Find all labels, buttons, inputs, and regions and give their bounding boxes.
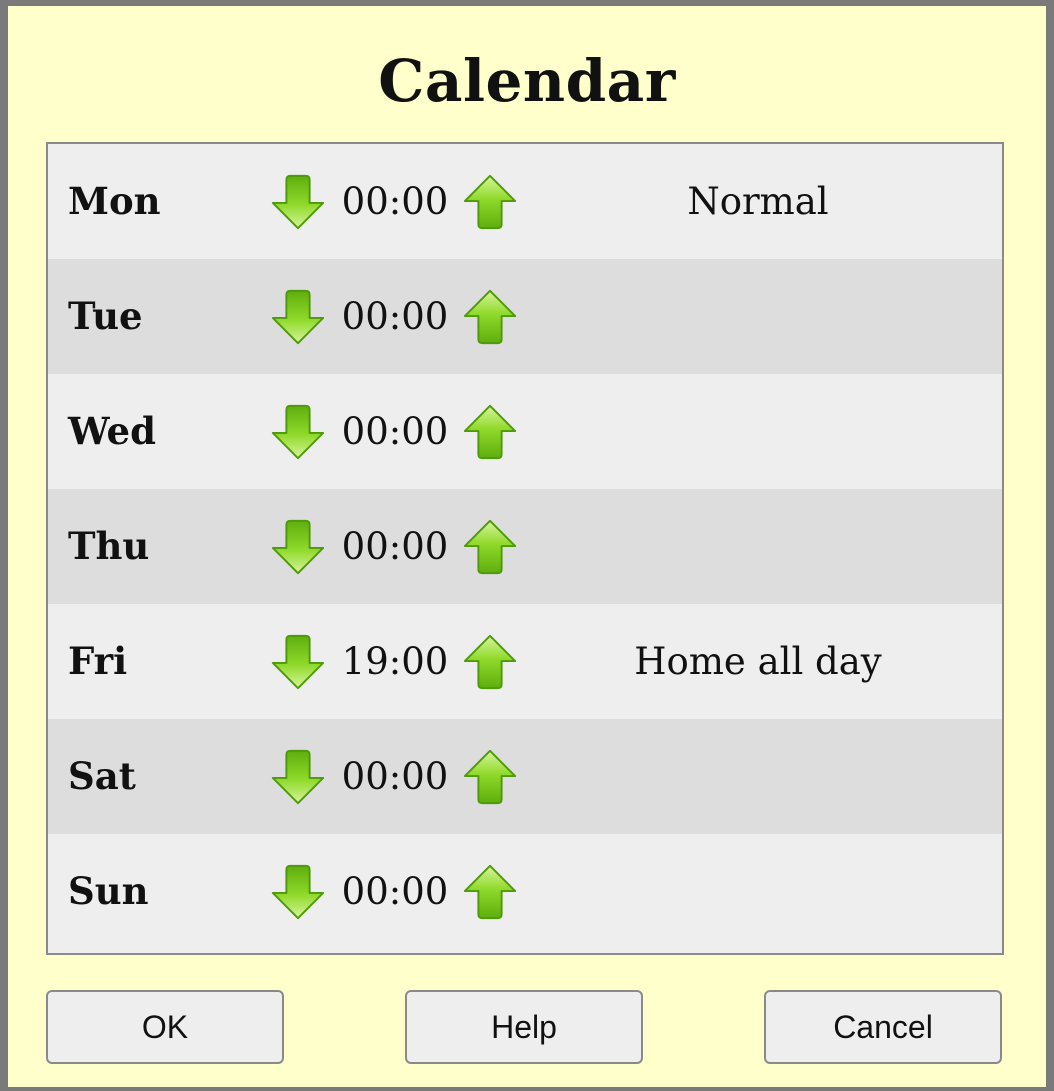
day-label: Fri: [68, 639, 128, 683]
schedule-row-sat: Sat 00:00: [48, 719, 1002, 834]
mode-value[interactable]: Home all day: [548, 604, 968, 719]
schedule-row-mon: Mon 00:00 Normal: [48, 144, 1002, 259]
arrow-up-icon[interactable]: [460, 632, 520, 692]
time-value: 00:00: [341, 410, 449, 453]
dialog-title: Calendar: [378, 47, 676, 115]
arrow-down-icon[interactable]: [268, 632, 328, 692]
arrow-up-icon[interactable]: [460, 517, 520, 577]
calendar-dialog: Calendar Mon 00:00 Normal Tue 00:00 Wed …: [0, 0, 1054, 1091]
schedule-row-thu: Thu 00:00: [48, 489, 1002, 604]
arrow-up-icon[interactable]: [460, 287, 520, 347]
arrow-down-icon[interactable]: [268, 517, 328, 577]
arrow-up-icon[interactable]: [460, 172, 520, 232]
arrow-down-icon[interactable]: [268, 172, 328, 232]
mode-value[interactable]: Normal: [548, 144, 968, 259]
mode-value[interactable]: [548, 259, 968, 374]
arrow-up-icon[interactable]: [460, 747, 520, 807]
mode-value[interactable]: [548, 719, 968, 834]
schedule-table: Mon 00:00 Normal Tue 00:00 Wed 00:00 Thu…: [46, 142, 1004, 955]
day-label: Thu: [68, 524, 150, 568]
time-value: 00:00: [341, 180, 449, 223]
help-button[interactable]: Help: [405, 990, 643, 1064]
arrow-down-icon[interactable]: [268, 862, 328, 922]
ok-button[interactable]: OK: [46, 990, 284, 1064]
arrow-down-icon[interactable]: [268, 747, 328, 807]
schedule-row-tue: Tue 00:00: [48, 259, 1002, 374]
day-label: Wed: [68, 409, 156, 453]
arrow-up-icon[interactable]: [460, 402, 520, 462]
time-value: 00:00: [341, 525, 449, 568]
day-label: Sun: [68, 869, 149, 913]
mode-value[interactable]: [548, 489, 968, 604]
cancel-button[interactable]: Cancel: [764, 990, 1002, 1064]
mode-value[interactable]: [548, 374, 968, 489]
mode-value[interactable]: [548, 834, 968, 949]
time-value: 19:00: [341, 640, 449, 683]
day-label: Sat: [68, 754, 136, 798]
time-value: 00:00: [341, 870, 449, 913]
schedule-row-wed: Wed 00:00: [48, 374, 1002, 489]
schedule-row-sun: Sun 00:00: [48, 834, 1002, 949]
arrow-down-icon[interactable]: [268, 287, 328, 347]
arrow-down-icon[interactable]: [268, 402, 328, 462]
day-label: Tue: [68, 294, 143, 338]
arrow-up-icon[interactable]: [460, 862, 520, 922]
time-value: 00:00: [341, 755, 449, 798]
schedule-row-fri: Fri 19:00 Home all day: [48, 604, 1002, 719]
day-label: Mon: [68, 179, 161, 223]
time-value: 00:00: [341, 295, 449, 338]
